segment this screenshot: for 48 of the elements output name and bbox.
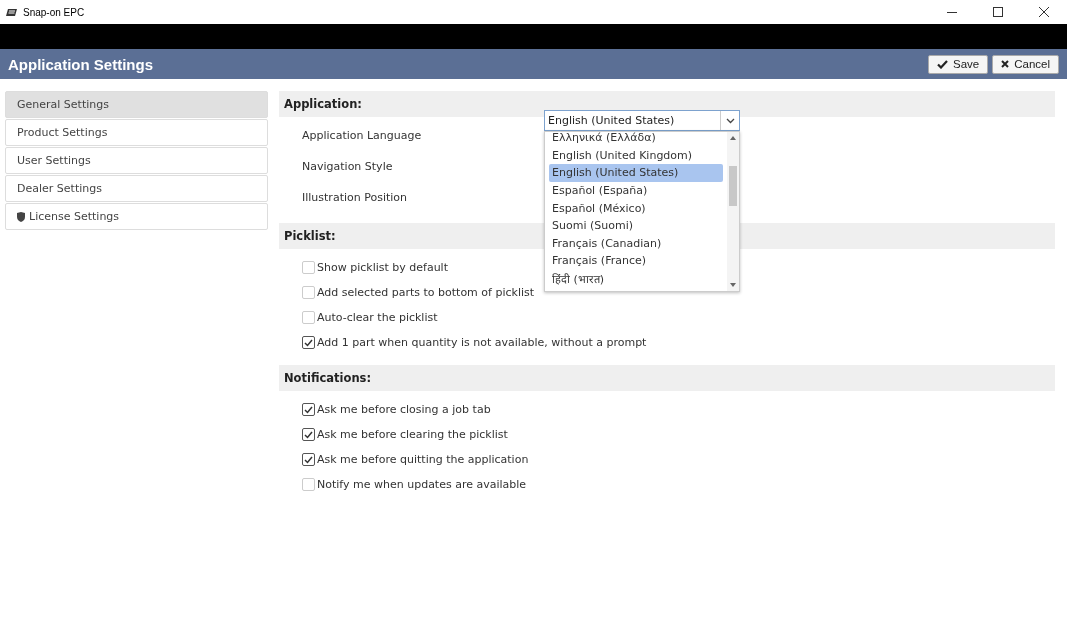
- check-icon: [936, 59, 948, 69]
- dropdown-option[interactable]: Español (España): [549, 181, 723, 200]
- checkbox-label: Ask me before clearing the picklist: [317, 428, 508, 441]
- check-icon: [304, 405, 313, 414]
- shield-icon: [17, 211, 25, 222]
- checkbox-label: Add selected parts to bottom of picklist: [317, 286, 535, 299]
- chevron-down-icon: [725, 117, 735, 124]
- section-heading: Notifications:: [279, 365, 1055, 391]
- close-icon[interactable]: [1039, 7, 1049, 17]
- sidebar-item[interactable]: General Settings: [5, 91, 268, 118]
- sidebar-item[interactable]: Product Settings: [5, 119, 268, 146]
- language-dropdown[interactable]: English (United States): [544, 110, 740, 131]
- dropdown-option[interactable]: हिंदी (भारत): [549, 269, 723, 288]
- minimize-icon[interactable]: [947, 11, 957, 13]
- save-button[interactable]: Save: [927, 54, 989, 74]
- app-logo-icon: [6, 7, 18, 17]
- cancel-button[interactable]: Cancel: [992, 54, 1059, 74]
- section-heading: Application:: [279, 91, 1055, 117]
- close-icon: [1001, 60, 1010, 68]
- scrollbar[interactable]: [727, 132, 739, 291]
- field-label: Navigation Style: [302, 160, 394, 173]
- checkbox-label: Add 1 part when quantity is not available, without a prompt: [317, 336, 647, 349]
- checkbox-label: Ask me before quitting the application: [317, 453, 529, 466]
- checkbox-label: Show picklist by default: [317, 261, 448, 274]
- page-title: Application Settings: [8, 55, 153, 73]
- checkbox-label: Notify me when updates are available: [317, 478, 527, 491]
- checkbox-label: Auto-clear the picklist: [317, 311, 438, 324]
- dropdown-option[interactable]: Ελληνικά (Ελλάδα): [549, 132, 723, 147]
- dropdown-option[interactable]: English (United Kingdom): [549, 146, 723, 165]
- field-label: Illustration Position: [302, 191, 409, 204]
- sidebar-item[interactable]: Dealer Settings: [5, 175, 268, 202]
- sidebar-item[interactable]: User Settings: [5, 147, 268, 174]
- window-title: Snap-on EPC: [23, 6, 85, 18]
- maximize-icon[interactable]: [993, 7, 1003, 17]
- checkbox[interactable]: [302, 403, 315, 416]
- checkbox-label: Ask me before closing a job tab: [317, 403, 491, 416]
- dropdown-option[interactable]: Français (France): [549, 252, 723, 270]
- dropdown-option[interactable]: Español (México): [549, 199, 723, 217]
- dropdown-option[interactable]: English (United States): [549, 164, 723, 182]
- checkbox[interactable]: [302, 428, 315, 441]
- checkbox[interactable]: [302, 453, 315, 466]
- check-icon: [304, 338, 313, 347]
- field-label: Application Language: [302, 129, 423, 142]
- checkbox[interactable]: [302, 336, 315, 349]
- dropdown-value: English (United States): [547, 114, 676, 127]
- sidebar-item[interactable]: License Settings: [5, 203, 268, 230]
- check-icon: [304, 455, 313, 464]
- check-icon: [304, 430, 313, 439]
